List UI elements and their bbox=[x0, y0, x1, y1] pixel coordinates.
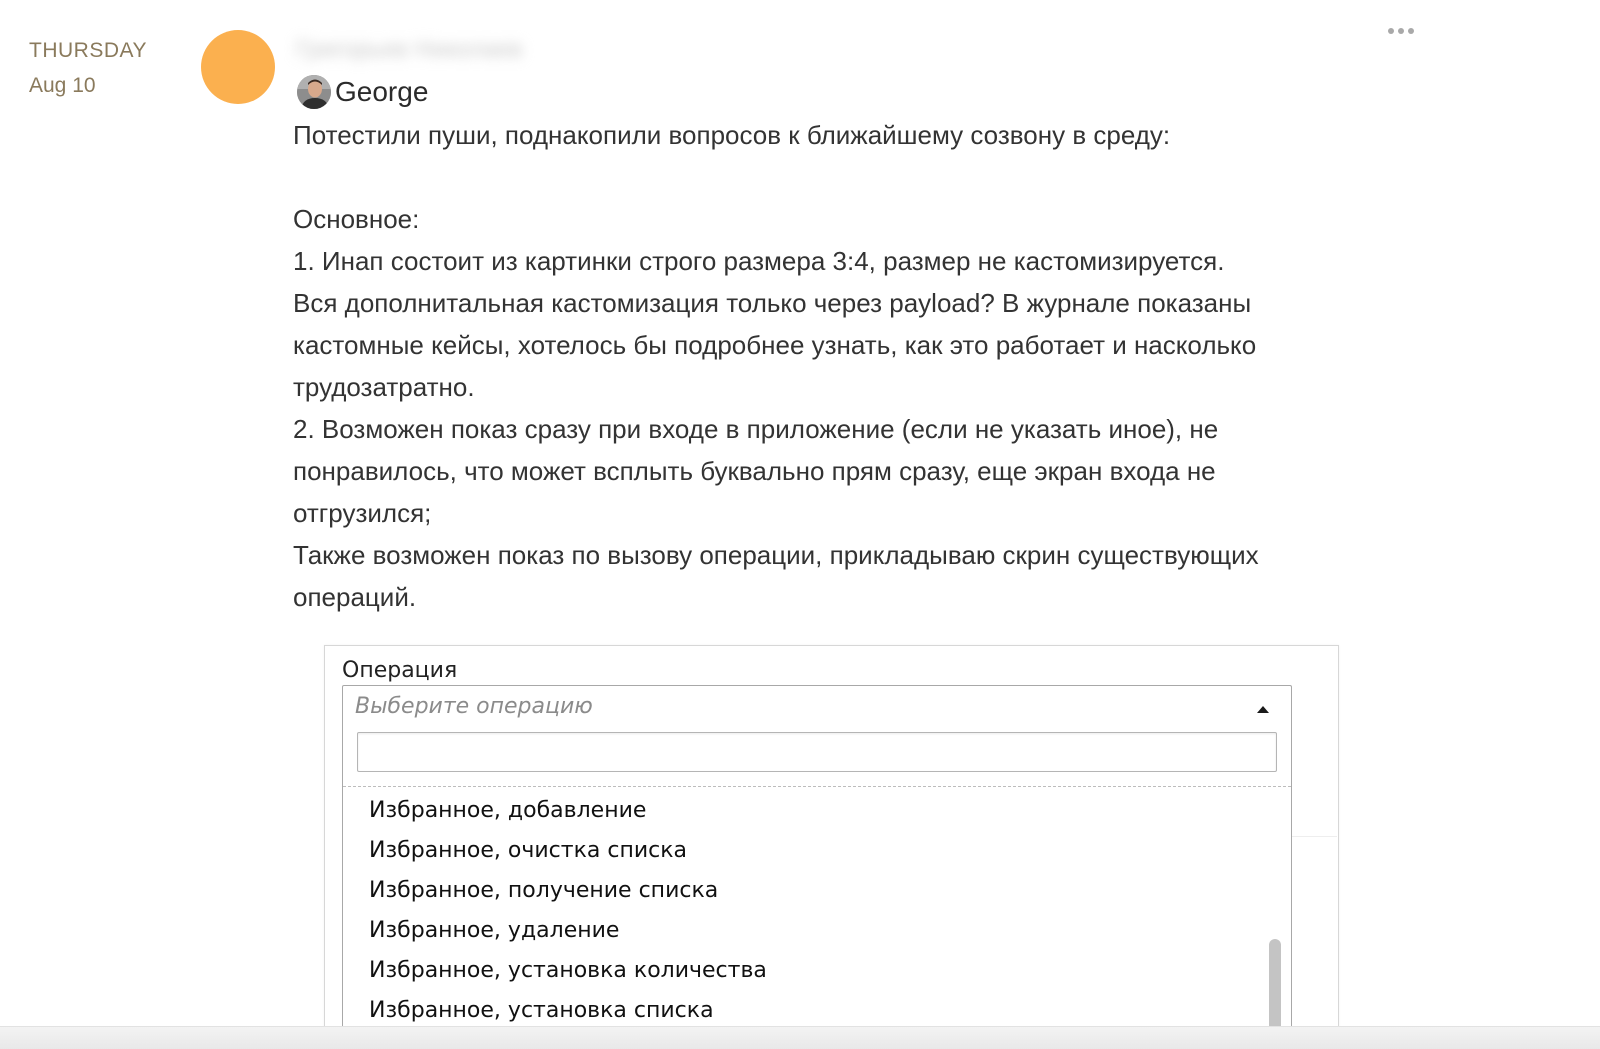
background-divider bbox=[1291, 836, 1337, 837]
bottom-edge bbox=[0, 1026, 1600, 1049]
operation-search-input[interactable] bbox=[357, 732, 1277, 772]
operation-option[interactable]: Избранное, установка количества bbox=[369, 951, 1259, 991]
dot-icon bbox=[1408, 28, 1414, 34]
user-photo-icon[interactable] bbox=[297, 75, 331, 109]
more-options-button[interactable] bbox=[1380, 20, 1422, 42]
message-line: понравилось, что может всплыть буквально… bbox=[293, 456, 1216, 486]
message-line: 1. Инап состоит из картинки строго разме… bbox=[293, 246, 1225, 276]
sender-name-blurred: Григорьев Николаев bbox=[296, 36, 523, 63]
chat-page: THURSDAY Aug 10 Григорьев Николаев Georg… bbox=[0, 0, 1600, 1049]
message-line: Также возможен показ по вызову операции,… bbox=[293, 540, 1259, 570]
message-line: отгрузился; bbox=[293, 498, 432, 528]
dot-icon bbox=[1398, 28, 1404, 34]
chevron-up-icon[interactable] bbox=[1257, 706, 1269, 713]
operation-dropdown: Избранное, добавление Избранное, очистка… bbox=[342, 729, 1292, 1049]
operation-option[interactable]: Избранное, очистка списка bbox=[369, 831, 1259, 871]
message-line: 2. Возможен показ сразу при входе в прил… bbox=[293, 414, 1219, 444]
operation-select-placeholder: Выберите операцию bbox=[355, 694, 593, 719]
message-body: Потестили пуши, поднакопили вопросов к б… bbox=[293, 114, 1393, 618]
date-day: Aug 10 bbox=[29, 74, 96, 97]
operation-option[interactable]: Избранное, установка списка bbox=[369, 991, 1259, 1031]
date-weekday: THURSDAY bbox=[29, 39, 147, 62]
dropdown-divider bbox=[343, 786, 1291, 787]
message-line: Вся дополнитальная кастомизация только ч… bbox=[293, 288, 1252, 318]
operation-option[interactable]: Избранное, добавление bbox=[369, 791, 1259, 831]
message-line: трудозатратно. bbox=[293, 372, 475, 402]
operation-select[interactable]: Выберите операцию bbox=[342, 685, 1292, 730]
operation-options: Избранное, добавление Избранное, очистка… bbox=[369, 791, 1259, 1031]
operation-option[interactable]: Избранное, получение списка bbox=[369, 871, 1259, 911]
message-line: операций. bbox=[293, 582, 417, 612]
author-row: George bbox=[297, 75, 428, 109]
date-column: THURSDAY Aug 10 bbox=[29, 38, 189, 99]
operation-option[interactable]: Избранное, удаление bbox=[369, 911, 1259, 951]
operation-field-label: Операция bbox=[342, 658, 458, 683]
message-line: кастомные кейсы, хотелось бы подробнее у… bbox=[293, 330, 1257, 360]
author-name[interactable]: George bbox=[335, 76, 428, 108]
message-line: Потестили пуши, поднакопили вопросов к б… bbox=[293, 120, 1171, 150]
dot-icon bbox=[1388, 28, 1394, 34]
message-blank-line bbox=[293, 156, 1393, 198]
message-line: Основное: bbox=[293, 204, 420, 234]
attached-screenshot[interactable]: Операция Выберите операцию Избранное, до… bbox=[324, 645, 1339, 1049]
sender-avatar[interactable] bbox=[201, 30, 275, 104]
